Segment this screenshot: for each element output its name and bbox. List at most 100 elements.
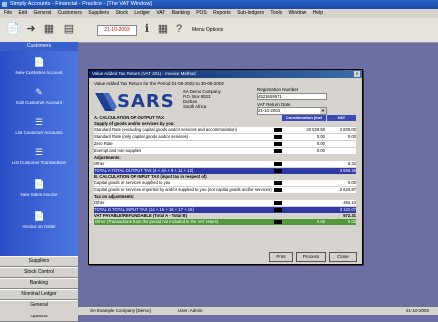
menu-options-button[interactable]: Menu Options <box>192 27 223 33</box>
new-account-icon: 📄 <box>33 57 45 67</box>
sidebar-item-edit-account[interactable]: ✎ Edit Customer Account <box>0 87 78 105</box>
sidebar-item-list-transactions[interactable]: ☰ List Customer Transactions <box>0 147 78 165</box>
status-bar: SA Example Company [Demo] User: Admin 21… <box>0 307 438 315</box>
sars-emblem-icon <box>95 93 117 111</box>
calculator-icon[interactable]: ▦ <box>156 22 170 36</box>
toolbar: 📄 ➜ ▦ ▤ 21-10-2003 ℹ ▦ ? Menu Options <box>0 18 438 43</box>
form-row: Other 492.10 <box>94 200 356 207</box>
print-button[interactable]: Print <box>269 252 293 262</box>
vat-value: 492.10 <box>343 200 356 205</box>
status-date: 21-10-2003 <box>406 308 430 313</box>
vat-value: 2 629.97 <box>339 187 356 192</box>
info-icon[interactable]: ℹ <box>140 22 154 36</box>
invoice-icon: 📄 <box>33 179 45 189</box>
close-button[interactable]: Close <box>329 252 357 262</box>
detail-button[interactable] <box>274 188 282 192</box>
detail-button[interactable] <box>274 149 282 153</box>
detail-button[interactable] <box>274 208 282 212</box>
detail-button[interactable] <box>274 128 282 132</box>
form-row: Zero Rate 0.00 <box>94 141 356 148</box>
document-icon[interactable]: 📄 <box>6 22 20 36</box>
detail-button[interactable] <box>274 135 282 139</box>
process-button[interactable]: Process <box>296 252 326 262</box>
vat-date-select[interactable]: 21-10-2003 ▼ <box>257 107 327 115</box>
detail-button[interactable] <box>274 169 282 173</box>
form-row: Capital goods or services imported by an… <box>94 187 356 194</box>
period-text: Value Added Tax Return for the Period 01… <box>94 81 224 86</box>
form-row: Exempt and non-supplies 0.00 <box>94 148 356 155</box>
sidebar-item-label: List Customer Transactions <box>11 160 67 165</box>
sidebar-item-invoice-order[interactable]: 📄 Invoice on Order <box>0 211 78 229</box>
menu-suppliers[interactable]: Suppliers <box>88 10 109 16</box>
row-label: Zero Rate <box>94 141 113 146</box>
order-icon: 📄 <box>33 211 45 221</box>
sidebar-item-new-invoice[interactable]: 📄 New Sales Invoice <box>0 179 78 197</box>
forward-arrow-icon[interactable]: ➜ <box>24 22 38 36</box>
detail-button[interactable] <box>274 142 282 146</box>
vat-form: A. CALCULATION OF OUTPUT TAX Considerati… <box>94 115 356 225</box>
close-icon[interactable]: × <box>354 71 360 77</box>
menu-reports[interactable]: Reports <box>213 10 231 16</box>
chevron-down-icon[interactable]: ▼ <box>320 108 326 114</box>
sidebar-button-suppliers[interactable]: Suppliers <box>0 256 78 267</box>
sidebar-item-label: Edit Customer Account <box>16 100 62 105</box>
menu-tools[interactable]: Tools <box>270 10 282 16</box>
sars-logo: SARS <box>95 91 175 113</box>
company-country: South Africa <box>183 104 207 109</box>
form-row: Capital goods or services supplied to yo… <box>94 180 356 187</box>
detail-button[interactable] <box>274 201 282 205</box>
list-accounts-icon: ☰ <box>34 117 44 127</box>
menu-general[interactable]: General <box>33 10 51 16</box>
detail-button[interactable] <box>274 181 282 185</box>
edit-account-icon: ✎ <box>35 87 43 97</box>
row-label: Capital goods or services imported by an… <box>94 187 272 192</box>
dialog-title: Value Added Tax Return (VAT 201) - Invoi… <box>92 71 196 76</box>
menu-vat[interactable]: VAT <box>156 10 165 16</box>
row-label: Capital goods or services supplied to yo… <box>94 180 171 185</box>
form-row: Other 6.32 <box>94 161 356 168</box>
sidebar-button-banking[interactable]: Banking <box>0 278 78 289</box>
vat-value: 0.00 <box>347 180 356 185</box>
date-field[interactable]: 21-10-2003 <box>97 25 137 36</box>
status-company: SA Example Company [Demo] <box>90 308 151 313</box>
detail-button[interactable] <box>274 220 282 224</box>
help-icon[interactable]: ? <box>172 22 186 36</box>
menu-file[interactable]: File <box>4 10 12 16</box>
registration-number-field[interactable]: 4523659571 <box>257 93 327 100</box>
row-label: Standard Rate (excluding capital goods a… <box>94 127 237 132</box>
sidebar-panel: 📄 New Customer Account ✎ Edit Customer A… <box>0 51 78 256</box>
consideration-value: 20 028.50 <box>306 127 325 132</box>
menu-ledger[interactable]: Ledger <box>134 10 150 16</box>
sidebar-item-new-account[interactable]: 📄 New Customer Account <box>0 57 78 75</box>
detail-button[interactable] <box>274 162 282 166</box>
row-label: Exempt and non-supplies <box>94 148 142 153</box>
vat-date-value: 21-10-2003 <box>258 108 280 113</box>
logo-text: SARS <box>117 91 175 112</box>
menu-window[interactable]: Window <box>289 10 307 16</box>
menu-pos[interactable]: POS <box>196 10 207 16</box>
sidebar-button-nominal-ledger[interactable]: Nominal Ledger <box>0 289 78 300</box>
sidebar-button-stock-control[interactable]: Stock Control <box>0 267 78 278</box>
menu-stock[interactable]: Stock <box>115 10 128 16</box>
sidebar-item-label: New Customer Account <box>15 70 63 75</box>
menu-customers[interactable]: Customers <box>58 10 82 16</box>
grid-icon[interactable]: ▦ <box>42 22 56 36</box>
dialog-title-bar: Value Added Tax Return (VAT 201) - Invoi… <box>89 70 362 78</box>
sidebar-item-label: List Customer Accounts <box>15 130 63 135</box>
sidebar-item-list-accounts[interactable]: ☰ List Customer Accounts <box>0 117 78 135</box>
list-transactions-icon: ☰ <box>34 147 44 157</box>
consideration-value: 0.00 <box>316 219 325 224</box>
menu-banking[interactable]: Banking <box>172 10 190 16</box>
menu-edit[interactable]: Edit <box>18 10 27 16</box>
status-user: User: Admin <box>178 308 203 313</box>
vat-value: 0.00 <box>347 219 356 224</box>
form-row: Standard Rate (only capital goods and/or… <box>94 134 356 141</box>
menu-help[interactable]: Help <box>313 10 323 16</box>
sidebar: Customers 📄 New Customer Account ✎ Edit … <box>0 42 78 322</box>
calendar-icon[interactable]: ▤ <box>62 22 76 36</box>
consideration-value: 0.00 <box>316 134 325 139</box>
vat-return-dialog: Value Added Tax Return (VAT 201) - Invoi… <box>88 69 363 265</box>
row-label: Standard Rate (only capital goods and/or… <box>94 134 189 139</box>
menu-subledgers[interactable]: Sub-ledgers <box>237 10 264 16</box>
row-label: Other <box>94 161 105 166</box>
